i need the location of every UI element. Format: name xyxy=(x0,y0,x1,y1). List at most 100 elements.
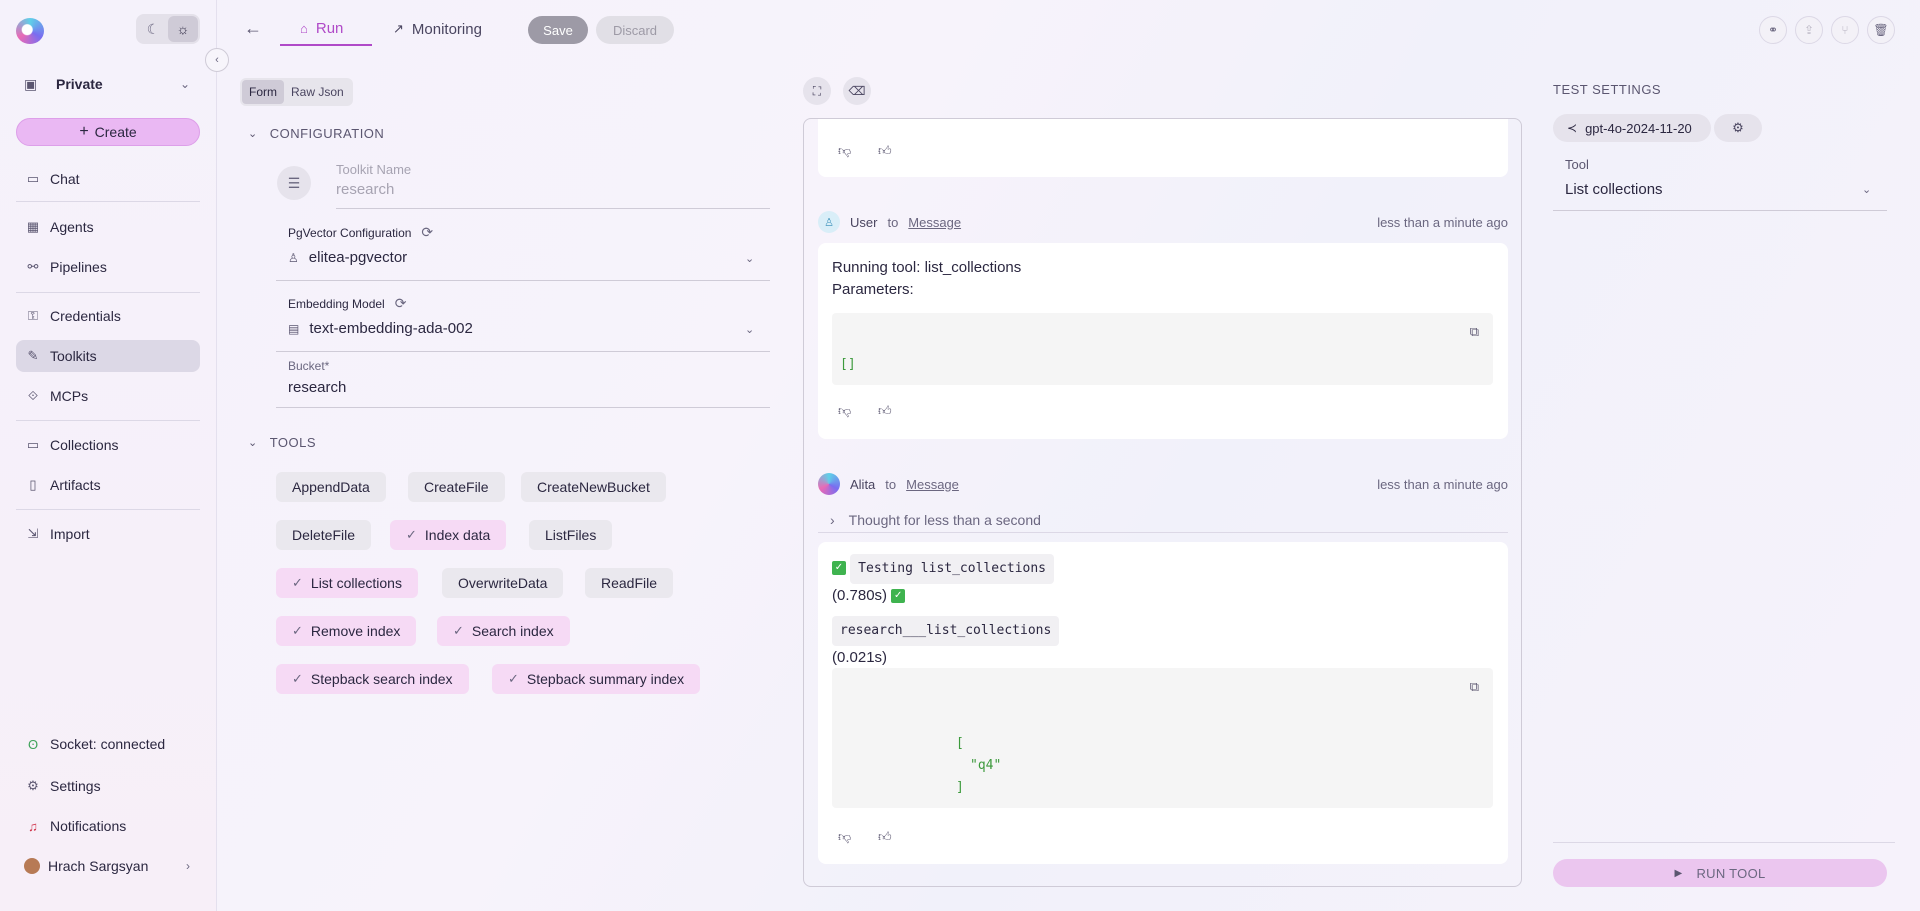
link-icon[interactable]: ⚭ xyxy=(1759,16,1787,44)
chevron-down-icon[interactable]: ⌄ xyxy=(745,323,754,336)
briefcase-icon: ▣ xyxy=(24,75,38,92)
message-to: to xyxy=(887,214,899,230)
tool-chip-index-data[interactable]: ✓ Index data xyxy=(390,520,507,550)
tab-label: Run xyxy=(315,19,344,37)
sidebar-item-chat[interactable]: ▭ Chat xyxy=(16,163,200,195)
form-view-button[interactable]: Form xyxy=(242,80,284,104)
clean-icon[interactable]: ⌫ xyxy=(843,77,871,105)
toolkit-name-field[interactable]: research xyxy=(336,181,394,198)
bucket-field[interactable]: research xyxy=(288,379,346,396)
copy-icon[interactable]: ⧉ xyxy=(1470,680,1479,695)
sidebar-item-mcps[interactable]: ⟐ MCPs xyxy=(16,380,200,412)
chevron-down-icon[interactable]: ⌄ xyxy=(1862,183,1871,196)
theme-toggle[interactable]: ☾ ☼ xyxy=(136,14,200,44)
tool-chip-label: Search index xyxy=(471,623,554,639)
tool-chip-list-collections[interactable]: ✓ List collections xyxy=(276,568,418,598)
toolkit-name-label: Toolkit Name xyxy=(336,162,412,177)
thumbs-down-icon[interactable]: 👎︎ xyxy=(838,829,851,845)
tool-chip-readfile[interactable]: ReadFile xyxy=(585,568,674,598)
message-target-link[interactable]: Message xyxy=(906,477,959,492)
sidebar-item-agents[interactable]: ▦ Agents xyxy=(16,211,200,243)
tool-chip-stepback-summary-index[interactable]: ✓ Stepback summary index xyxy=(492,664,701,694)
model-selector[interactable]: ≺ gpt-4o-2024-11-20 xyxy=(1553,114,1711,142)
tool-chip-search-index[interactable]: ✓ Search index xyxy=(437,616,570,646)
user-message-header: ♙ User to Message less than a minute ago xyxy=(818,210,1508,234)
refresh-icon[interactable]: ⟳ xyxy=(395,295,407,312)
workspace-selector[interactable]: ▣ Private ⌄ xyxy=(16,68,200,100)
fork-icon[interactable]: ⑂ xyxy=(1831,16,1859,44)
thumbs-up-icon[interactable]: 👍︎ xyxy=(878,143,892,159)
check-icon: ✓ xyxy=(508,671,519,686)
tool-chip-createfile[interactable]: CreateFile xyxy=(408,472,505,502)
code-content: ] xyxy=(956,780,964,795)
tool-chip-overwritedata[interactable]: OverwriteData xyxy=(442,568,564,598)
save-button[interactable]: Save xyxy=(528,16,588,44)
inline-code: Testing list_collections xyxy=(850,554,1055,584)
tab-run[interactable]: ⌂ Run xyxy=(280,12,372,46)
socket-status-label: Socket: connected xyxy=(50,736,166,752)
thumbs-down-icon[interactable]: 👎︎ xyxy=(838,403,851,419)
moon-icon[interactable]: ☾ xyxy=(138,16,168,42)
sidebar-item-settings[interactable]: ⚙ Settings xyxy=(16,770,200,802)
tool-chip-label: Index data xyxy=(424,527,491,543)
model-settings-gear-icon[interactable]: ⚙ xyxy=(1714,114,1762,142)
tool-chip-listfiles[interactable]: ListFiles xyxy=(529,520,613,550)
collapse-sidebar-button[interactable]: ‹ xyxy=(205,48,229,72)
tool-chip-deletefile[interactable]: DeleteFile xyxy=(276,520,372,550)
chart-icon: ↗ xyxy=(393,21,404,36)
raw-json-view-button[interactable]: Raw Json xyxy=(284,80,351,104)
sidebar-item-import[interactable]: ⇲ Import xyxy=(16,518,200,550)
app-logo[interactable] xyxy=(16,18,44,44)
bell-icon: ♫ xyxy=(28,818,38,834)
field-underline xyxy=(1553,210,1887,211)
configuration-section-header[interactable]: ⌄ CONFIGURATION xyxy=(248,126,384,141)
tool-chip-appenddata[interactable]: AppendData xyxy=(276,472,386,502)
tool-select[interactable]: List collections xyxy=(1565,181,1663,198)
alita-message-card: ✓ Testing list_collections (0.780s) ✓ re… xyxy=(818,542,1508,864)
embedding-label-text: Embedding Model xyxy=(288,296,385,311)
discard-button[interactable]: Discard xyxy=(596,16,674,44)
user-profile[interactable]: Hrach Sargsyan › xyxy=(16,850,200,882)
pgvector-select[interactable]: ♙ elitea-pgvector xyxy=(288,249,407,266)
chevron-down-icon[interactable]: ⌄ xyxy=(745,252,754,265)
export-icon[interactable]: ⇪ xyxy=(1795,16,1823,44)
sidebar-item-artifacts[interactable]: ▯ Artifacts xyxy=(16,469,200,501)
view-toggle: Form Raw Json xyxy=(240,78,353,106)
sidebar-item-toolkits[interactable]: ✎ Toolkits xyxy=(16,340,200,372)
chevron-down-icon: ⌄ xyxy=(179,77,190,91)
message-author: Alita xyxy=(850,476,876,492)
sidebar-item-notifications[interactable]: ♫ Notifications xyxy=(16,810,200,842)
thought-toggle[interactable]: › Thought for less than a second xyxy=(818,507,1508,533)
tool-chip-remove-index[interactable]: ✓ Remove index xyxy=(276,616,417,646)
embedding-select[interactable]: ▤ text-embedding-ada-002 xyxy=(288,320,473,337)
thumbs-down-icon[interactable]: 👎︎ xyxy=(838,143,851,159)
copy-icon[interactable]: ⧉ xyxy=(1470,325,1479,340)
thumbs-up-icon[interactable]: 👍︎ xyxy=(878,829,892,845)
tool-chip-stepback-search-index[interactable]: ✓ Stepback search index xyxy=(276,664,469,694)
tab-monitoring[interactable]: ↗ Monitoring xyxy=(393,12,482,46)
fullscreen-icon[interactable]: ⛶ xyxy=(803,77,831,105)
tool-chip-label: OverwriteData xyxy=(458,575,548,591)
thumbs-up-icon[interactable]: 👍︎ xyxy=(878,403,892,419)
message-author: User xyxy=(850,214,878,230)
sidebar-divider xyxy=(16,420,200,421)
sun-icon[interactable]: ☼ xyxy=(168,16,198,42)
back-arrow-icon[interactable]: ← xyxy=(244,18,262,39)
sidebar-item-credentials[interactable]: ⚿ Credentials xyxy=(16,300,200,332)
sidebar-item-collections[interactable]: ▭ Collections xyxy=(16,429,200,461)
sidebar-item-label: Pipelines xyxy=(50,259,107,275)
sidebar-item-label: Agents xyxy=(50,219,94,235)
check-icon: ✓ xyxy=(292,575,303,590)
create-button[interactable]: + Create xyxy=(16,118,200,146)
refresh-icon[interactable]: ⟳ xyxy=(421,224,433,241)
tool-chip-createnewbucket[interactable]: CreateNewBucket xyxy=(521,472,666,502)
field-underline xyxy=(276,280,770,281)
message-target-link[interactable]: Message xyxy=(908,215,961,230)
tools-section-header[interactable]: ⌄ TOOLS xyxy=(248,435,316,450)
section-title: TOOLS xyxy=(269,435,317,450)
sidebar-item-pipelines[interactable]: ⚯ Pipelines xyxy=(16,251,200,283)
workspace-label: Private xyxy=(56,76,103,92)
run-tool-button[interactable]: ▶ RUN TOOL xyxy=(1553,859,1887,887)
field-underline xyxy=(336,208,770,209)
trash-icon[interactable]: 🗑 xyxy=(1867,16,1895,44)
